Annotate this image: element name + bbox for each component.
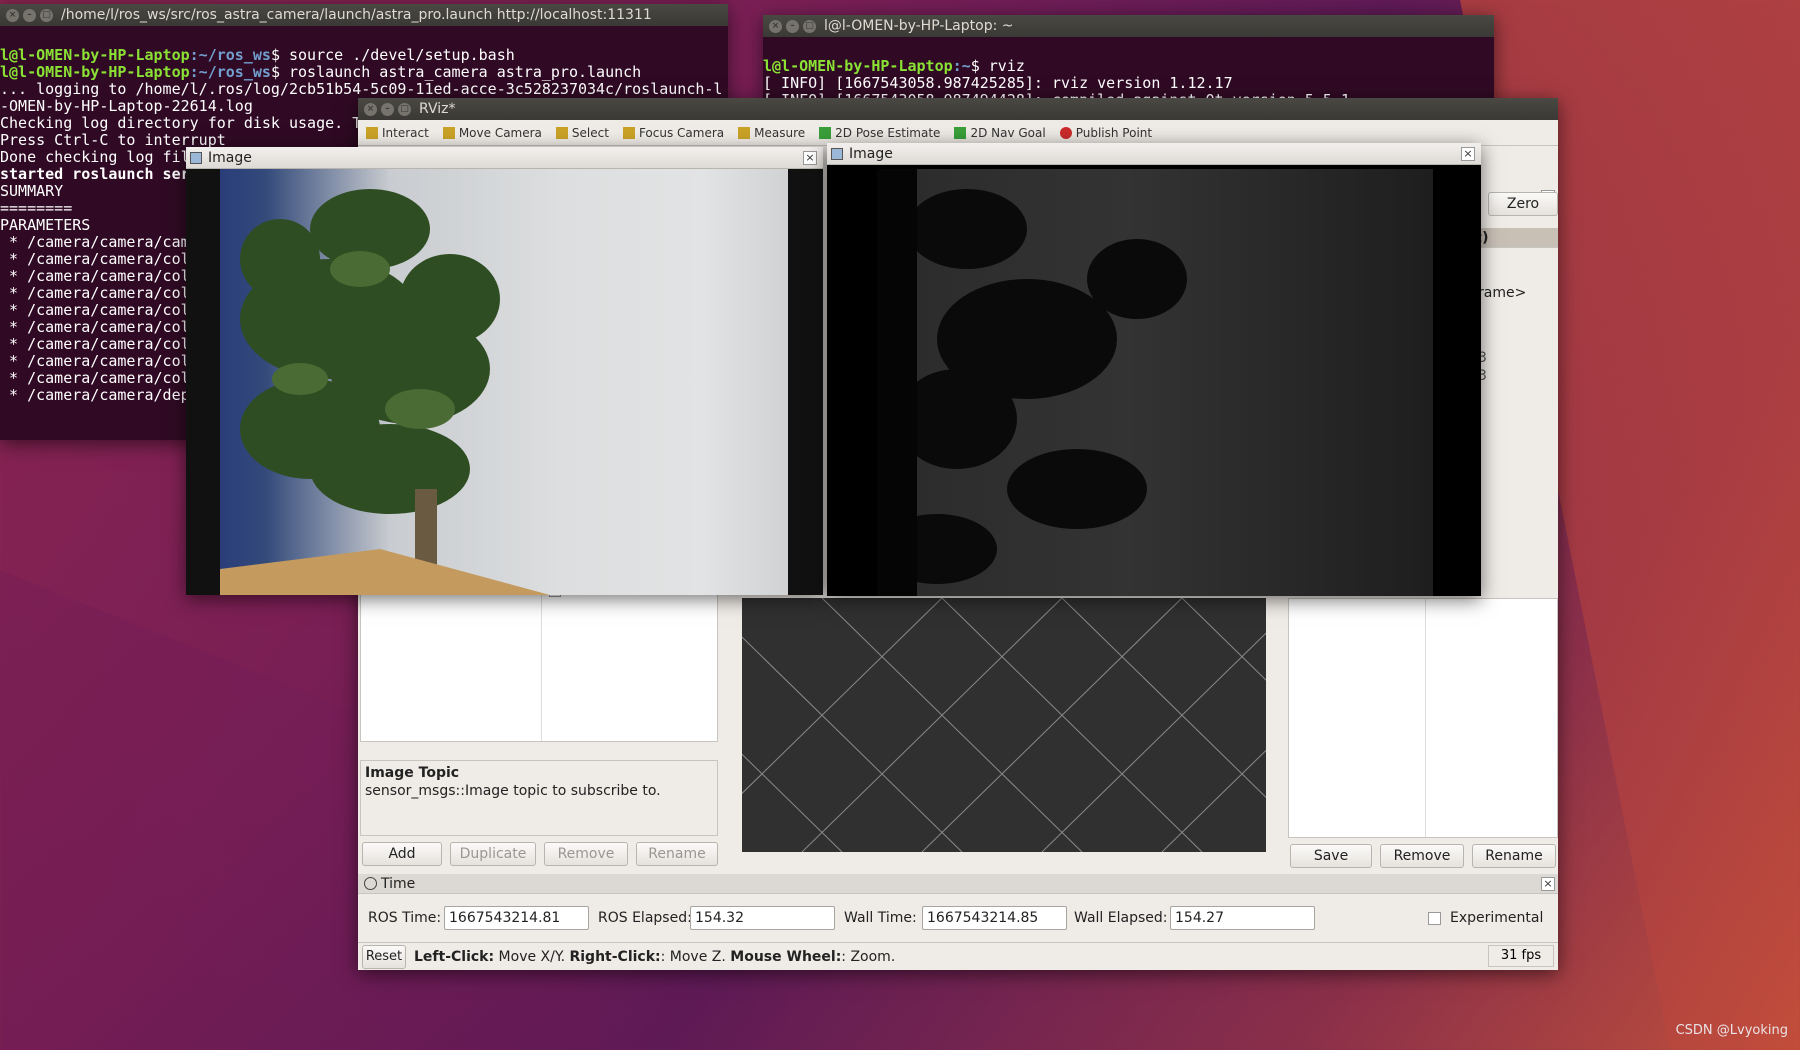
pose-estimate-icon: [819, 126, 832, 139]
interact-icon: [366, 126, 378, 139]
tool-2d-pose-estimate[interactable]: 2D Pose Estimate: [819, 126, 940, 140]
rviz-titlebar[interactable]: × – □ RViz*: [358, 98, 1558, 120]
terminal-line: l@l-OMEN-by-HP-Laptop:~$ rviz: [763, 57, 1025, 75]
fps-indicator: 31 fps: [1488, 945, 1554, 967]
image-window-depth-titlebar[interactable]: Image ×: [827, 143, 1481, 165]
wall-time-label: Wall Time:: [844, 910, 917, 926]
tool-select[interactable]: Select: [555, 126, 609, 140]
experimental-label: Experimental: [1450, 910, 1544, 926]
minimize-icon[interactable]: –: [381, 102, 394, 116]
tool-move-camera[interactable]: Move Camera: [442, 126, 542, 140]
rgb-camera-image: [220, 169, 788, 595]
add-button[interactable]: Add: [362, 842, 442, 866]
views-save-button[interactable]: Save: [1290, 844, 1372, 868]
close-icon[interactable]: ×: [1461, 147, 1475, 161]
move-camera-icon: [442, 126, 455, 139]
watermark: CSDN @Lvyoking: [1675, 1023, 1788, 1038]
ros-time-field[interactable]: 1667543214.81: [444, 906, 589, 930]
ros-elapsed-label: ROS Elapsed:: [598, 910, 692, 926]
window-title: RViz*: [419, 101, 456, 117]
displays-tree[interactable]: Unreliable: [360, 582, 718, 742]
depth-blobs: [877, 169, 1187, 596]
views-frame-value: rame>: [1478, 285, 1527, 301]
rviz-3d-view[interactable]: [742, 598, 1266, 852]
status-hint: Left-Click: Move X/Y. Right-Click:: Move…: [414, 949, 896, 965]
tool-measure[interactable]: Measure: [738, 126, 805, 140]
views-rename-button[interactable]: Rename: [1472, 844, 1556, 868]
maximize-icon[interactable]: □: [40, 8, 53, 22]
terminal-line: l@l-OMEN-by-HP-Laptop:~/ros_ws$ roslaunc…: [0, 63, 642, 81]
wall-time-field[interactable]: 1667543214.85: [922, 906, 1067, 930]
focus-camera-icon: [622, 126, 635, 139]
status-bar: Reset Left-Click: Move X/Y. Right-Click:…: [358, 942, 1558, 970]
ros-elapsed-field[interactable]: 154.32: [690, 906, 835, 930]
measure-icon: [738, 126, 751, 139]
image-icon: [831, 147, 843, 160]
terminal-roslaunch-titlebar[interactable]: × – □ /home/l/ros_ws/src/ros_astra_camera/…: [0, 4, 728, 26]
select-icon: [555, 126, 568, 139]
close-icon[interactable]: ×: [6, 8, 19, 22]
window-title: l@l-OMEN-by-HP-Laptop: ~: [824, 18, 1014, 34]
wall-elapsed-label: Wall Elapsed:: [1074, 910, 1168, 926]
tool-focus-camera[interactable]: Focus Camera: [622, 126, 724, 140]
description-text: sensor_msgs::Image topic to subscribe to…: [365, 783, 661, 799]
time-close-button[interactable]: ×: [1541, 877, 1555, 891]
terminal-rviz-window[interactable]: × – □ l@l-OMEN-by-HP-Laptop: ~ l@l-OMEN-by…: [763, 15, 1494, 105]
views-tree[interactable]: [1288, 598, 1558, 838]
close-icon[interactable]: ×: [803, 151, 817, 165]
reset-button[interactable]: Reset: [362, 945, 406, 969]
nav-goal-icon: [954, 126, 967, 139]
maximize-icon[interactable]: □: [803, 19, 816, 33]
window-title: /home/l/ros_ws/src/ros_astra_camera/laun…: [61, 7, 652, 23]
grid-overlay: [742, 598, 1266, 852]
displays-description: Image Topic sensor_msgs::Image topic to …: [360, 760, 718, 836]
plant-shape: [220, 189, 550, 595]
terminal-line: l@l-OMEN-by-HP-Laptop:~/ros_ws$ source .…: [0, 46, 515, 64]
description-title: Image Topic: [365, 765, 460, 781]
minimize-icon[interactable]: –: [23, 8, 36, 22]
clock-icon: [364, 877, 377, 890]
views-remove-button[interactable]: Remove: [1380, 844, 1464, 868]
image-icon: [190, 151, 202, 164]
image-window-rgb[interactable]: Image ×: [186, 147, 823, 595]
publish-point-icon: [1059, 126, 1072, 139]
rename-button[interactable]: Rename: [636, 842, 718, 866]
tool-2d-nav-goal[interactable]: 2D Nav Goal: [954, 126, 1046, 140]
duplicate-button[interactable]: Duplicate: [450, 842, 536, 866]
image-window-rgb-titlebar[interactable]: Image ×: [186, 147, 823, 169]
experimental-checkbox[interactable]: [1428, 912, 1441, 925]
terminal-output-line: ... logging to /home/l/.ros/log/2cb51b54…: [0, 80, 723, 98]
terminal-rviz-content[interactable]: l@l-OMEN-by-HP-Laptop:~$ rviz[ INFO] [16…: [763, 37, 1494, 105]
depth-camera-image: [877, 169, 1433, 596]
tool-publish-point[interactable]: Publish Point: [1059, 126, 1152, 140]
image-window-depth[interactable]: Image ×: [827, 143, 1481, 596]
ros-time-label: ROS Time:: [368, 910, 442, 926]
terminal-rviz-titlebar[interactable]: × – □ l@l-OMEN-by-HP-Laptop: ~: [763, 15, 1494, 37]
close-icon[interactable]: ×: [364, 102, 377, 116]
minimize-icon[interactable]: –: [786, 19, 799, 33]
maximize-icon[interactable]: □: [398, 102, 411, 116]
zero-button[interactable]: Zero: [1488, 192, 1558, 216]
close-icon[interactable]: ×: [769, 19, 782, 33]
tool-interact[interactable]: Interact: [366, 126, 429, 140]
remove-button[interactable]: Remove: [544, 842, 628, 866]
wall-elapsed-field[interactable]: 154.27: [1170, 906, 1315, 930]
terminal-output-line: [ INFO] [1667543058.987425285]: rviz ver…: [763, 74, 1233, 92]
time-panel-header: Time: [358, 874, 1558, 894]
